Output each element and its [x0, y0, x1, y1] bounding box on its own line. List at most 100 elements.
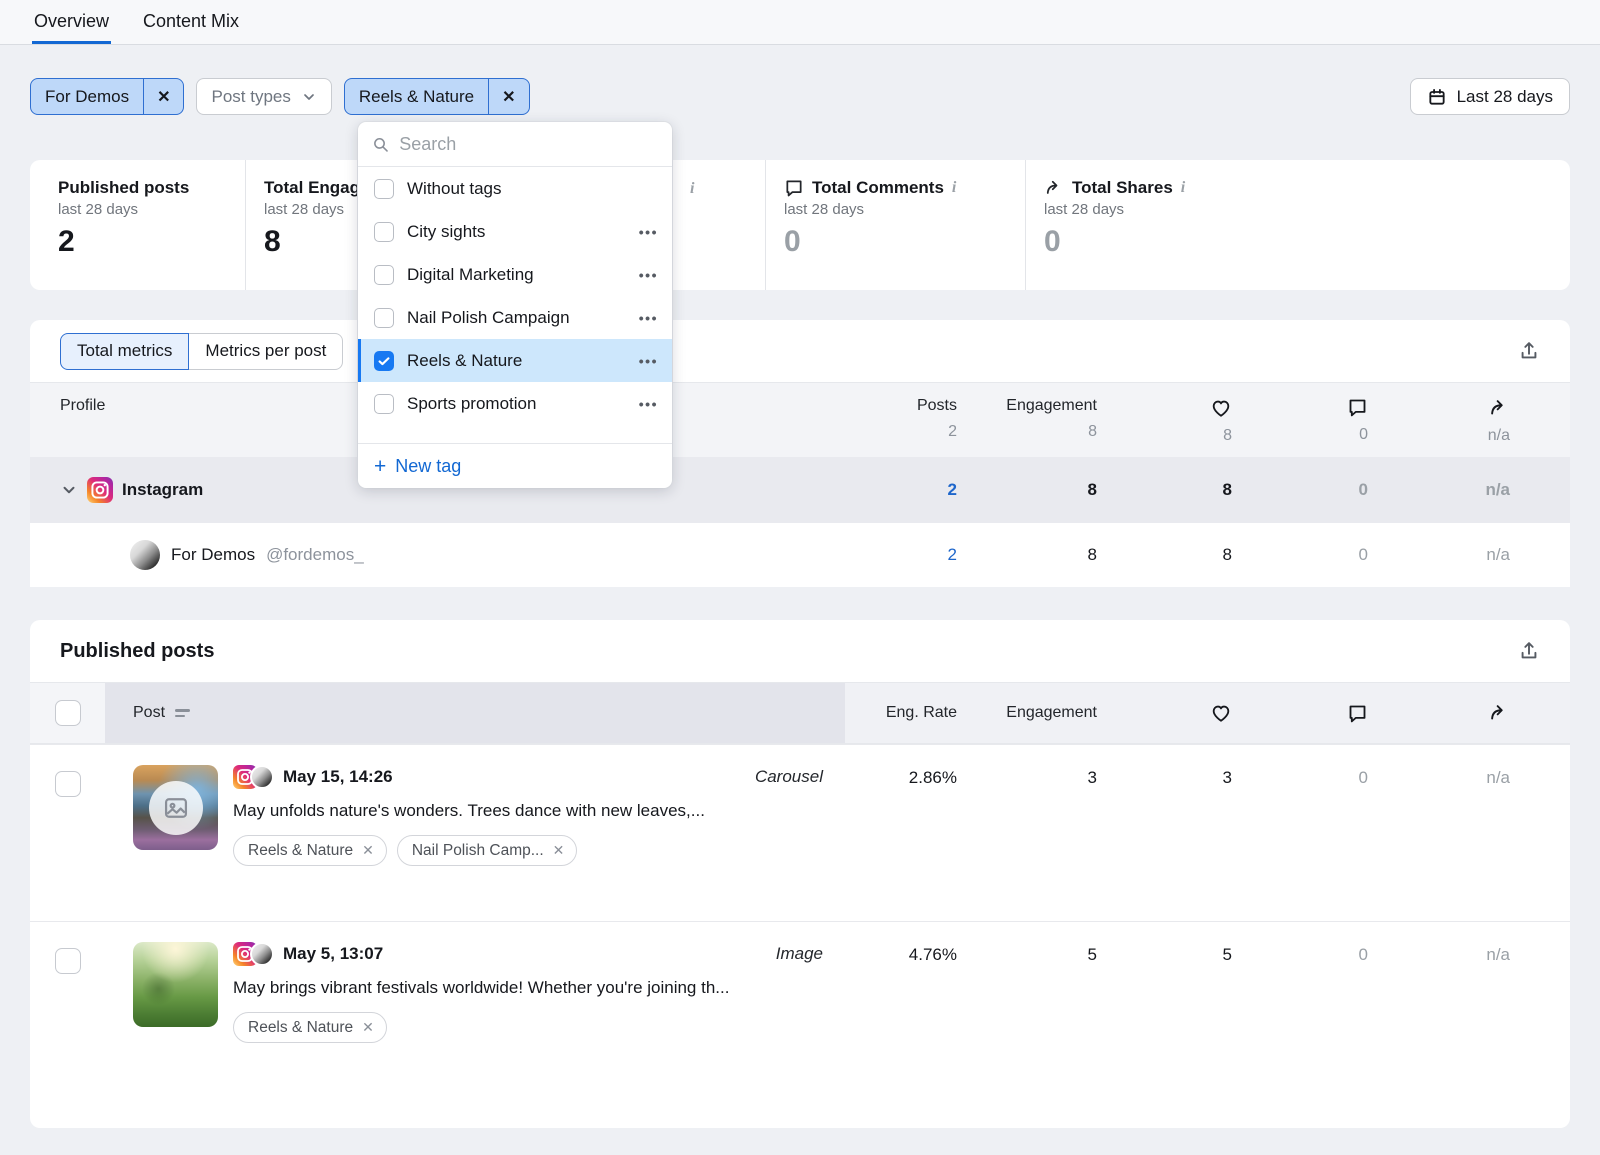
post-date: May 5, 13:07	[283, 944, 383, 964]
info-icon[interactable]: i	[690, 180, 694, 198]
tag-label: Reels & Nature	[248, 842, 353, 860]
chevron-down-icon[interactable]	[60, 481, 78, 499]
date-range-button[interactable]: Last 28 days	[1410, 78, 1570, 115]
tag-option-without-tags[interactable]: Without tags	[358, 167, 672, 210]
tag-checkbox[interactable]	[374, 179, 394, 199]
profile-posts-link[interactable]: 2	[837, 545, 957, 565]
tag-option-nail-polish-campaign[interactable]: Nail Polish Campaign •••	[358, 296, 672, 339]
export-icon	[1518, 640, 1540, 662]
total-metrics-tab[interactable]: Total metrics	[60, 333, 189, 370]
tag-pill: Reels & Nature ✕	[233, 835, 387, 866]
tag-remove-button[interactable]: ✕	[553, 842, 565, 859]
tag-checkbox[interactable]	[374, 308, 394, 328]
tag-pill: Reels & Nature✕	[233, 1012, 387, 1043]
tag-checkbox[interactable]	[374, 222, 394, 242]
post-type-label: Carousel	[755, 767, 823, 787]
page: Overview Content Mix For Demos ✕ Post ty…	[0, 0, 1600, 1155]
likes-icon	[1097, 702, 1232, 724]
stat-comments-title: Total Comments	[812, 178, 944, 198]
post-checkbox[interactable]	[55, 948, 81, 974]
instagram-posts-link[interactable]: 2	[837, 480, 957, 500]
post-checkbox[interactable]	[55, 771, 81, 797]
tag-options-menu-button[interactable]: •••	[639, 396, 658, 412]
info-icon[interactable]: i	[1181, 179, 1185, 197]
tag-pill: Nail Polish Camp...✕	[397, 835, 578, 866]
tag-option-label: Digital Marketing	[407, 265, 626, 285]
info-icon[interactable]: i	[952, 179, 956, 197]
profile-likes: 8	[1097, 545, 1232, 565]
post-shares: n/a	[1368, 745, 1510, 788]
profile-name: For Demos	[171, 545, 255, 565]
post-types-filter-chip[interactable]: Post types	[196, 78, 331, 115]
tag-option-reels-and-nature[interactable]: Reels & Nature •••	[358, 339, 672, 382]
tag-checkbox[interactable]	[374, 265, 394, 285]
instagram-comments: 0	[1232, 480, 1368, 500]
tab-overview[interactable]: Overview	[32, 11, 111, 44]
post-thumbnail[interactable]	[133, 765, 218, 850]
tag-checkbox-checked[interactable]	[374, 351, 394, 371]
post-date: May 15, 14:26	[283, 767, 393, 787]
select-all-checkbox[interactable]	[55, 700, 81, 726]
tag-option-label: City sights	[407, 222, 626, 242]
post-thumbnail[interactable]	[133, 942, 218, 1027]
carousel-media-icon	[149, 781, 203, 835]
column-engagement: Engagement	[957, 704, 1097, 722]
post-engagement: 3	[957, 745, 1097, 788]
likes-icon	[1097, 397, 1232, 419]
total-likes: 8	[1097, 427, 1232, 445]
total-shares: n/a	[1368, 427, 1510, 445]
post-shares: n/a	[1368, 922, 1510, 965]
tag-options-menu-button[interactable]: •••	[639, 353, 658, 369]
tag-option-city-sights[interactable]: City sights •••	[358, 210, 672, 253]
profile-filter-label: For Demos	[31, 87, 143, 107]
profile-avatar	[250, 765, 274, 789]
shares-icon	[1368, 397, 1510, 419]
tag-options-menu-button[interactable]: •••	[639, 267, 658, 283]
export-button[interactable]	[1518, 340, 1540, 362]
date-range-label: Last 28 days	[1457, 87, 1553, 107]
tag-remove-button[interactable]: ✕	[362, 1019, 374, 1036]
stat-shares-title: Total Shares	[1072, 178, 1173, 198]
post-column-sort-header[interactable]: Post	[105, 683, 845, 743]
tag-option-label: Reels & Nature	[407, 351, 626, 371]
tag-option-label: Without tags	[407, 179, 658, 199]
tag-filter-dropdown: Without tags City sights ••• Digital Mar…	[358, 122, 672, 488]
tag-option-digital-marketing[interactable]: Digital Marketing •••	[358, 253, 672, 296]
stat-published-title: Published posts	[58, 178, 189, 198]
total-engagement: 8	[957, 423, 1097, 441]
post-row: May 5, 13:07 Image May brings vibrant fe…	[30, 921, 1570, 1098]
tag-remove-button[interactable]: ✕	[362, 842, 374, 859]
metrics-toolbar: Total metrics Metrics per post	[30, 320, 1570, 382]
instagram-group-row: Instagram 2 8 8 0 n/a	[30, 457, 1570, 523]
post-eng-rate: 2.86%	[845, 745, 957, 788]
column-engagement: Engagement	[957, 397, 1097, 415]
tag-option-sports-promotion[interactable]: Sports promotion •••	[358, 382, 672, 425]
metrics-table-card: Total metrics Metrics per post Profile P…	[30, 320, 1570, 585]
tag-option-label: Nail Polish Campaign	[407, 308, 626, 328]
search-icon	[372, 135, 389, 154]
export-button[interactable]	[1518, 640, 1540, 662]
profile-comments: 0	[1232, 545, 1368, 565]
tag-filter-remove-button[interactable]: ✕	[489, 79, 528, 114]
tag-checkbox[interactable]	[374, 394, 394, 414]
profile-filter-remove-button[interactable]: ✕	[144, 79, 183, 114]
instagram-shares: n/a	[1368, 480, 1510, 500]
metrics-per-post-label: Metrics per post	[205, 341, 326, 361]
share-icon	[1044, 178, 1064, 198]
post-caption: May unfolds nature's wonders. Trees danc…	[233, 798, 823, 823]
filter-row: For Demos ✕ Post types Reels & Nature ✕ …	[30, 78, 1570, 115]
column-posts: Posts	[837, 397, 957, 415]
profile-shares: n/a	[1368, 545, 1510, 565]
metrics-table-header: Profile Posts2 Engagement8 8 0 n/a	[30, 382, 1570, 457]
profile-engagement: 8	[957, 545, 1097, 565]
published-posts-header: Post Eng. Rate Engagement	[30, 682, 1570, 744]
tag-options-menu-button[interactable]: •••	[639, 224, 658, 240]
stat-published-posts: Published posts last 28 days 2	[30, 160, 245, 290]
tag-options-menu-button[interactable]: •••	[639, 310, 658, 326]
tag-filter-label: Reels & Nature	[345, 87, 488, 107]
metrics-per-post-tab[interactable]: Metrics per post	[189, 333, 343, 370]
shares-icon	[1368, 702, 1510, 724]
new-tag-button[interactable]: + New tag	[358, 443, 672, 488]
tab-content-mix[interactable]: Content Mix	[141, 11, 241, 44]
search-input[interactable]	[399, 134, 658, 155]
